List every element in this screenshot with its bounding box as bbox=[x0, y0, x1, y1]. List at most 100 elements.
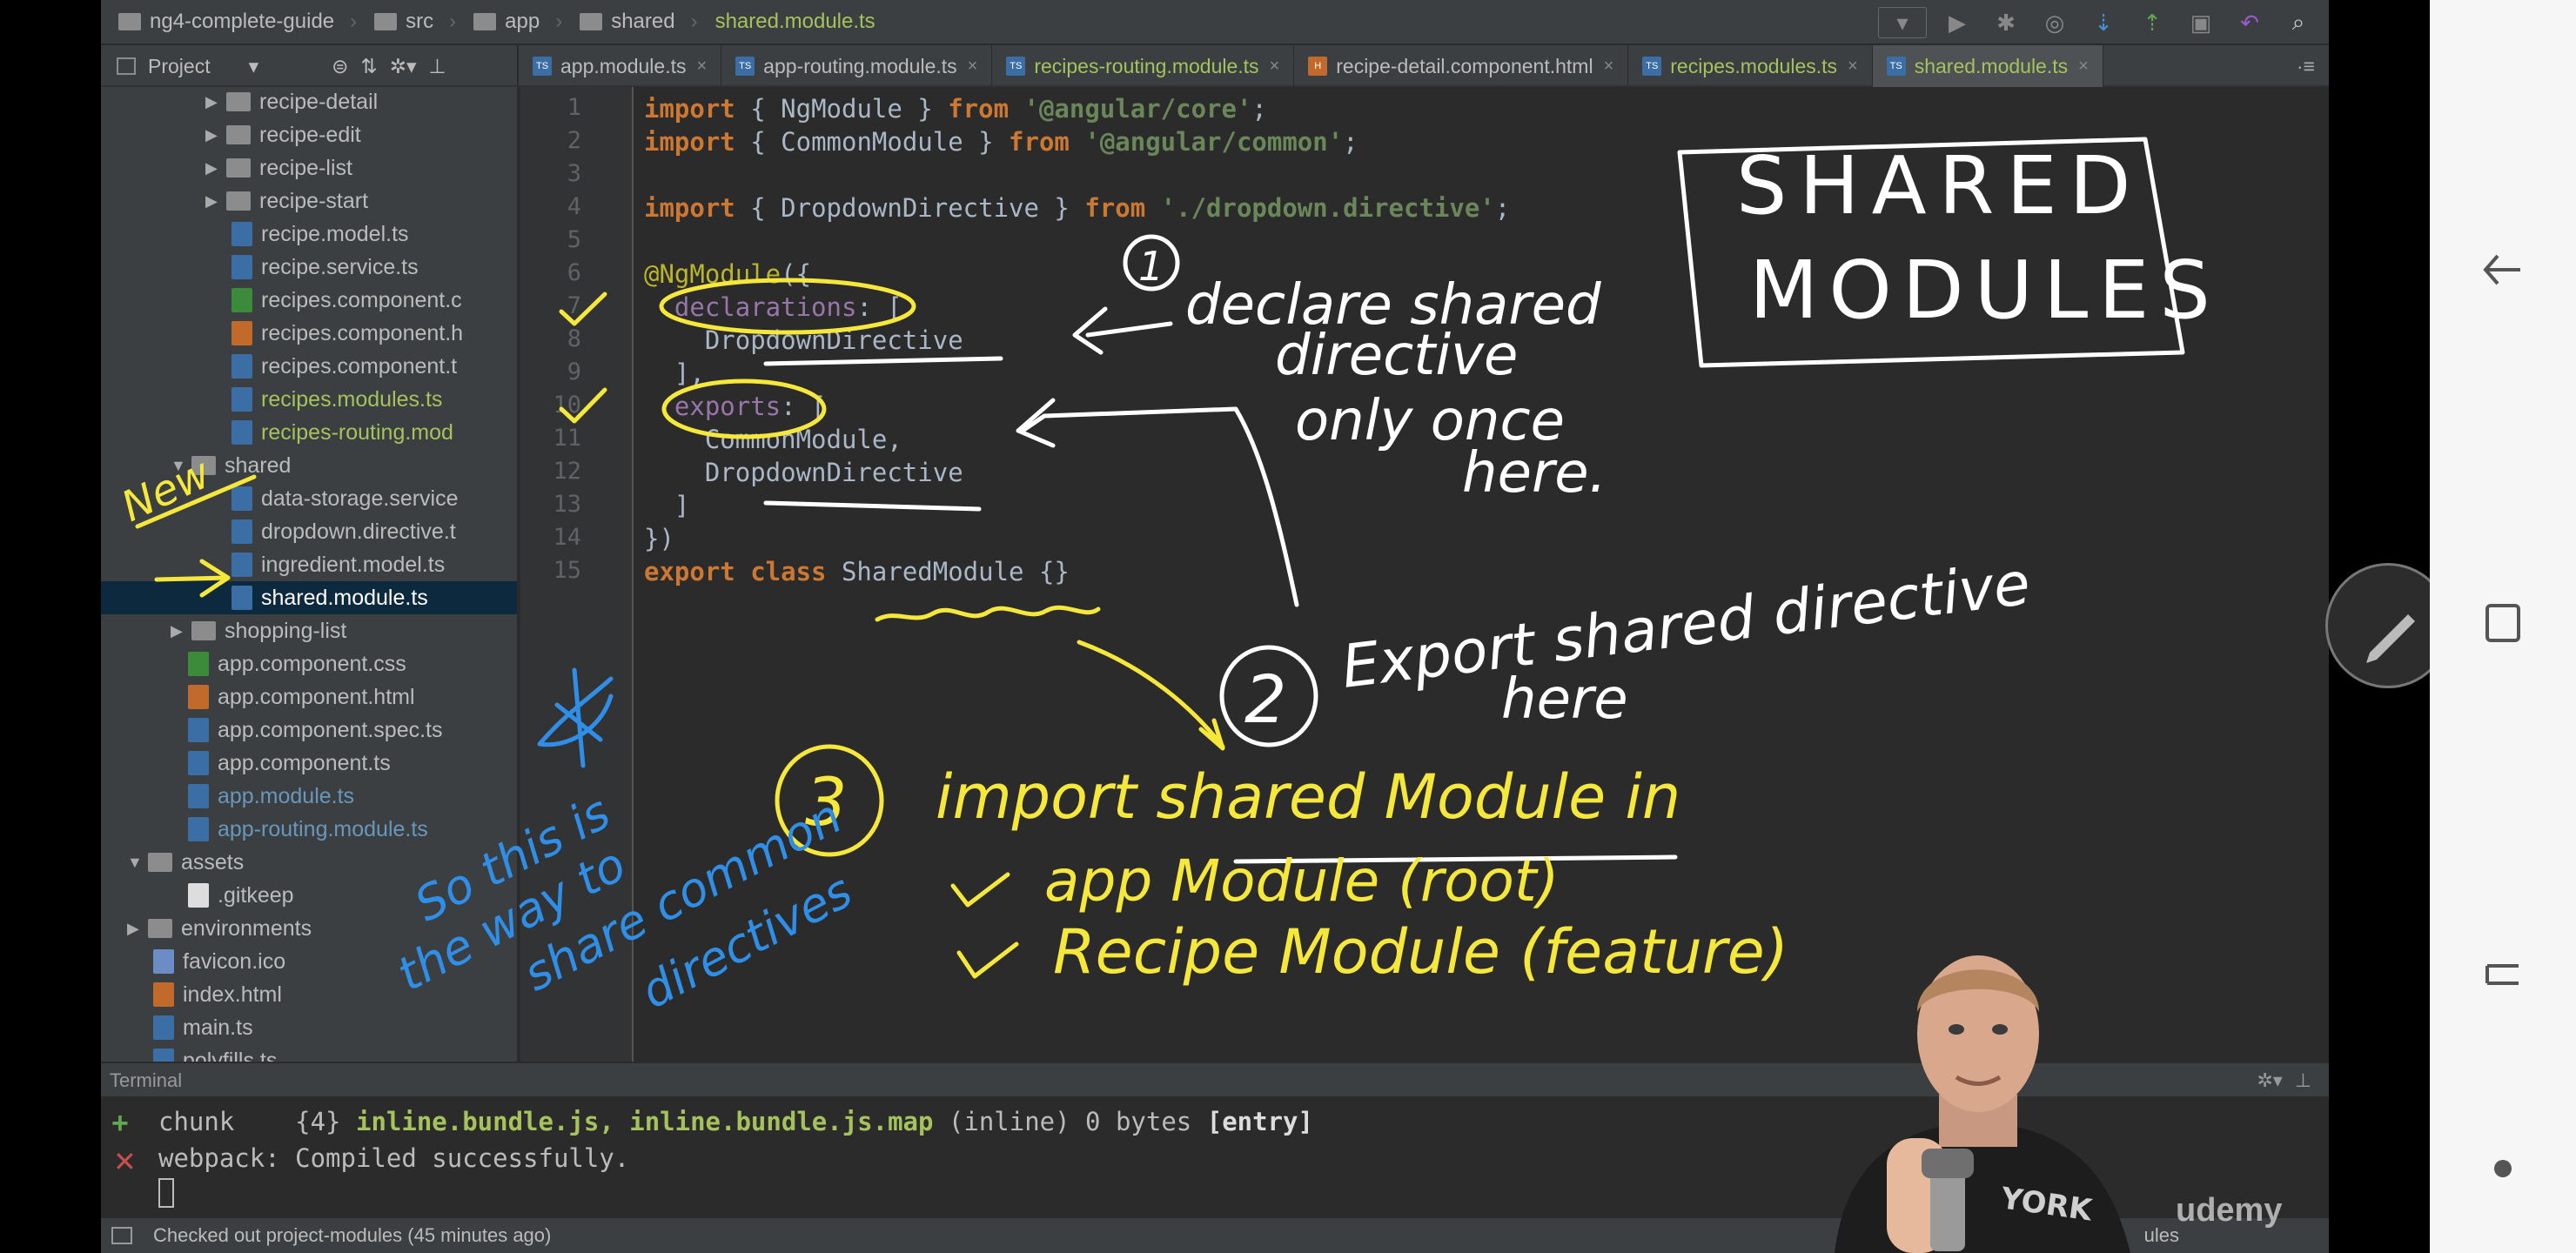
tree-file[interactable]: app.module.ts bbox=[188, 780, 354, 813]
recents-icon[interactable] bbox=[2430, 597, 2576, 649]
code-line[interactable]: import { DropdownDirective } from './dro… bbox=[644, 193, 1510, 226]
home-switch-icon[interactable] bbox=[2430, 948, 2576, 1001]
tree-file[interactable]: favicon.ico bbox=[153, 945, 285, 978]
collapse-all-icon[interactable]: ⊜ bbox=[332, 55, 348, 78]
chevron-down-icon[interactable]: ▾ bbox=[249, 55, 259, 78]
tree-folder[interactable]: ▼ shared bbox=[171, 449, 291, 482]
tree-item-label: app-routing.module.ts bbox=[218, 816, 428, 841]
tree-file[interactable]: recipes-routing.mod bbox=[231, 416, 453, 449]
tab-app-routing-module[interactable]: TS app-routing.module.ts × bbox=[721, 45, 993, 87]
tree-folder[interactable]: ▶ shopping-list bbox=[171, 614, 346, 647]
tab-recipes-routing-module[interactable]: TS recipes-routing.module.ts × bbox=[992, 45, 1295, 87]
code-line[interactable]: import { NgModule } from '@angular/core'… bbox=[644, 94, 1267, 127]
tree-file[interactable]: recipes.component.c bbox=[231, 284, 462, 317]
line-number: 13 bbox=[553, 491, 581, 518]
html-file-icon bbox=[153, 982, 174, 1007]
revert-icon[interactable]: ↶ bbox=[2231, 7, 2268, 38]
tree-folder[interactable]: ▶ recipe-edit bbox=[205, 118, 361, 151]
code-line[interactable]: CommonModule, bbox=[644, 425, 902, 458]
tree-folder[interactable]: ▶ recipe-detail bbox=[205, 87, 378, 118]
breadcrumb-app[interactable]: app › bbox=[473, 10, 562, 34]
code-line[interactable]: export class SharedModule {} bbox=[644, 557, 1070, 590]
close-icon[interactable]: × bbox=[1270, 57, 1280, 77]
tree-file[interactable]: .gitkeep bbox=[188, 879, 294, 912]
tree-file[interactable]: index.html bbox=[153, 978, 282, 1011]
code-line[interactable]: import { CommonModule } from '@angular/c… bbox=[644, 127, 1358, 160]
code-line[interactable]: ], bbox=[644, 358, 705, 392]
chevron-right-icon[interactable]: ▶ bbox=[205, 159, 226, 178]
tree-file[interactable]: shared.module.ts bbox=[101, 581, 517, 614]
tree-file[interactable]: recipe.service.ts bbox=[231, 251, 419, 284]
vcs-update-icon[interactable]: ⇣ bbox=[2085, 7, 2122, 38]
tree-file[interactable]: app.component.css bbox=[188, 647, 406, 680]
chevron-down-icon[interactable]: ▼ bbox=[171, 457, 191, 475]
tree-file[interactable]: app-routing.module.ts bbox=[188, 813, 428, 846]
close-icon[interactable]: × bbox=[1848, 57, 1858, 77]
tree-file[interactable]: app.component.spec.ts bbox=[188, 714, 443, 747]
breadcrumb-project[interactable]: ng4-complete-guide › bbox=[118, 10, 357, 34]
debug-icon[interactable]: ✱ bbox=[1988, 7, 2024, 38]
code-editor[interactable]: import { NgModule } from '@angular/core'… bbox=[644, 87, 2329, 1062]
line-number: 4 bbox=[567, 193, 581, 220]
project-panel-header[interactable]: Project ▾ ⊜ ⇅ ✲▾ ⊥ bbox=[101, 45, 519, 87]
tab-app-module[interactable]: TS app.module.ts × bbox=[519, 45, 722, 87]
code-line[interactable]: DropdownDirective bbox=[644, 458, 963, 491]
panel-toggle-icon[interactable] bbox=[111, 1227, 132, 1244]
terminal-cursor[interactable] bbox=[158, 1178, 174, 1208]
close-icon[interactable]: × bbox=[696, 57, 707, 77]
code-line[interactable]: @NgModule({ bbox=[644, 259, 811, 292]
run-config-dropdown[interactable]: ▾ bbox=[1878, 7, 1927, 38]
tab-recipes-modules[interactable]: TS recipes.modules.ts × bbox=[1628, 45, 1873, 87]
vcs-commit-icon[interactable]: ⇡ bbox=[2134, 7, 2170, 38]
tree-file[interactable]: polyfills.ts bbox=[153, 1044, 277, 1062]
tree-folder[interactable]: ▼ assets bbox=[127, 846, 244, 879]
chevron-down-icon[interactable]: ▼ bbox=[127, 854, 148, 872]
tree-file[interactable]: recipe.model.ts bbox=[231, 218, 409, 251]
gear-icon[interactable]: ✲▾ bbox=[2257, 1069, 2282, 1092]
tabs-menu-button[interactable]: ·≡ bbox=[2283, 45, 2329, 87]
tree-file[interactable]: ingredient.model.ts bbox=[231, 548, 445, 581]
code-line[interactable]: exports: [ bbox=[644, 392, 827, 425]
hide-panel-icon[interactable]: ⊥ bbox=[429, 55, 446, 78]
home-dot-icon[interactable] bbox=[2430, 1156, 2576, 1182]
breadcrumb-src[interactable]: src › bbox=[374, 10, 456, 34]
tree-file[interactable]: recipes.component.t bbox=[231, 350, 457, 383]
tree-file[interactable]: recipes.component.h bbox=[231, 317, 463, 350]
chevron-right-icon[interactable]: ▶ bbox=[171, 622, 191, 640]
chevron-right-icon[interactable]: ▶ bbox=[127, 920, 148, 938]
tree-folder[interactable]: ▶ environments bbox=[127, 912, 312, 945]
tree-file[interactable]: recipes.modules.ts bbox=[231, 383, 442, 416]
breadcrumb-shared[interactable]: shared › bbox=[580, 10, 698, 34]
tab-shared-module[interactable]: TS shared.module.ts × bbox=[1872, 45, 2103, 87]
code-line[interactable]: }) bbox=[644, 524, 674, 557]
tree-file[interactable]: app.component.html bbox=[188, 680, 415, 714]
code-line[interactable]: ] bbox=[644, 491, 689, 524]
search-icon[interactable]: ⌕ bbox=[2280, 7, 2317, 38]
tree-folder[interactable]: ▶ recipe-list bbox=[205, 151, 352, 184]
tree-folder[interactable]: ▶ recipe-start bbox=[205, 184, 368, 218]
tree-file[interactable]: app.component.ts bbox=[188, 747, 391, 780]
close-session-icon[interactable]: ✕ bbox=[113, 1145, 137, 1178]
back-icon[interactable] bbox=[2430, 244, 2576, 296]
code-line[interactable]: declarations: [ bbox=[644, 292, 902, 325]
coverage-icon[interactable]: ◎ bbox=[2036, 7, 2073, 38]
tab-recipe-detail-html[interactable]: Hrecipe-detail.component.html × bbox=[1294, 45, 1629, 87]
vcs-history-icon[interactable]: ▣ bbox=[2183, 7, 2219, 38]
chevron-right-icon[interactable]: ▶ bbox=[205, 93, 226, 111]
tree-file[interactable]: data-storage.service bbox=[231, 482, 459, 515]
chevron-right-icon[interactable]: ▶ bbox=[205, 126, 226, 144]
scroll-from-source-icon[interactable]: ⇅ bbox=[360, 55, 377, 78]
close-icon[interactable]: × bbox=[2078, 57, 2089, 77]
hide-panel-icon[interactable]: ⊥ bbox=[2295, 1069, 2311, 1092]
new-session-icon[interactable]: + bbox=[111, 1107, 129, 1141]
chevron-right-icon[interactable]: ▶ bbox=[205, 192, 226, 211]
tree-file[interactable]: main.ts bbox=[153, 1011, 253, 1044]
code-line[interactable]: DropdownDirective bbox=[644, 325, 963, 358]
tree-file[interactable]: dropdown.directive.t bbox=[231, 515, 456, 548]
breadcrumb-file[interactable]: shared.module.ts bbox=[715, 10, 875, 34]
close-icon[interactable]: × bbox=[968, 57, 978, 77]
gear-icon[interactable]: ✲▾ bbox=[390, 55, 417, 78]
run-icon[interactable]: ▶ bbox=[1939, 7, 1976, 38]
close-icon[interactable]: × bbox=[1604, 57, 1614, 77]
